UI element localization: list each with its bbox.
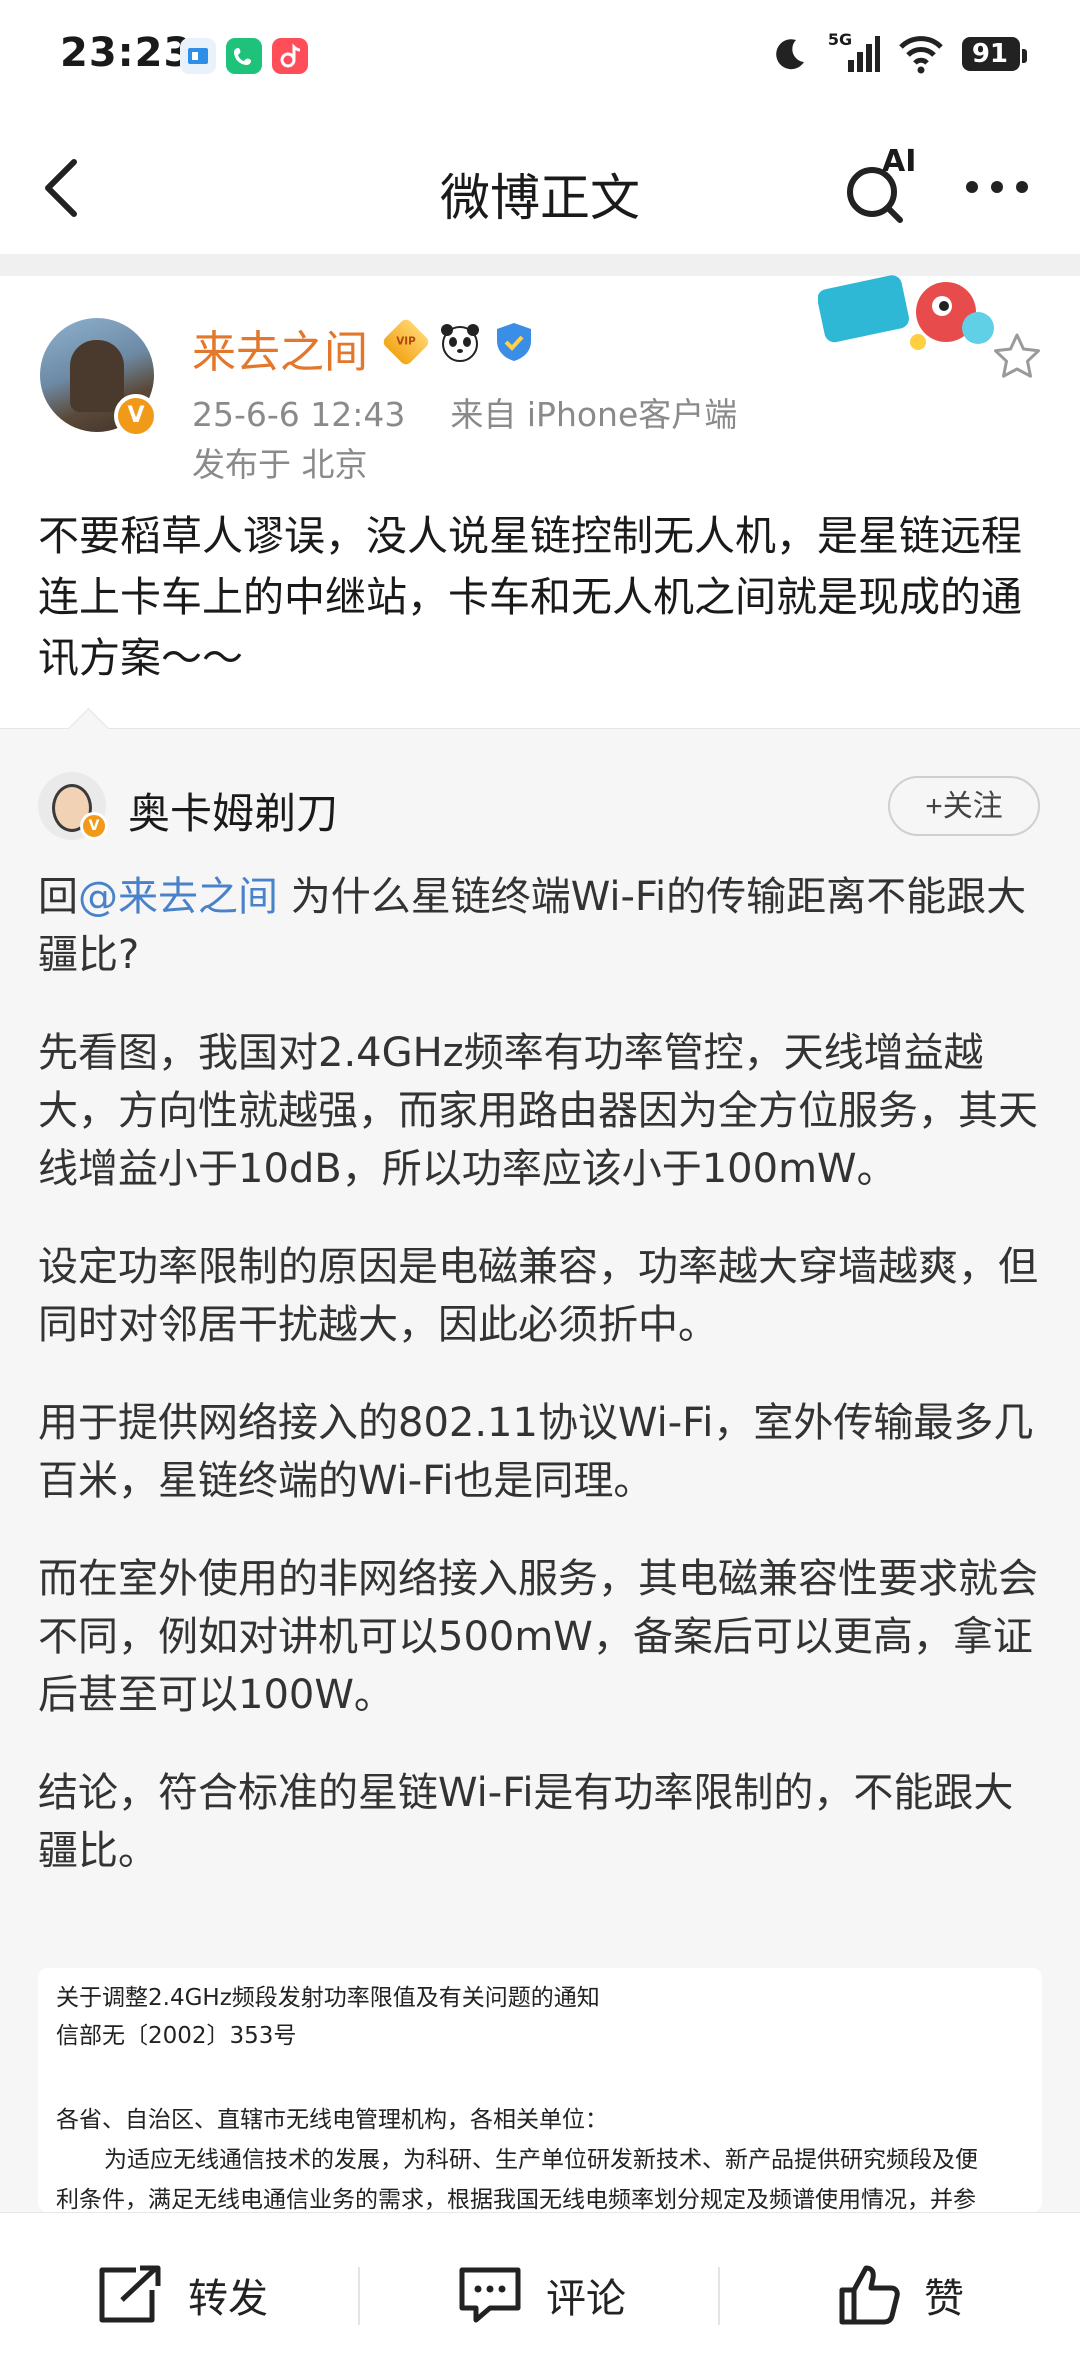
cellular-signal-icon: 5G (828, 30, 880, 74)
quoted-author-name[interactable]: 奥卡姆剃刀 (128, 780, 338, 841)
comment-label: 评论 (546, 2276, 626, 2322)
post-author-name[interactable]: 来去之间 (192, 316, 368, 380)
attached-document-image[interactable]: 关于调整2.4GHz频段发射功率限值及有关问题的通知 信部无〔2002〕353号… (38, 1968, 1042, 2212)
doc-number: 信部无〔2002〕353号 (56, 2023, 297, 2049)
comment-icon (459, 2267, 521, 2323)
paragraph: 结论，符合标准的星链Wi-Fi是有功率限制的，不能跟大疆比。 (38, 1770, 1014, 1874)
status-time: 23:23 (60, 30, 193, 76)
ai-search-button[interactable]: AI (842, 144, 922, 230)
phone-app-icon (226, 38, 262, 74)
paragraph: 而在室外使用的非网络接入服务，其电磁兼容性要求就会不同，例如对讲机可以500mW… (38, 1556, 1038, 1718)
paragraph: 用于提供网络接入的802.11协议Wi-Fi，室外传输最多几百米，星链终端的Wi… (38, 1400, 1034, 1504)
follow-button[interactable]: +关注 (888, 776, 1040, 836)
post-meta: 25-6-6 12:43 来自 iPhone客户端 (192, 388, 737, 436)
post-timestamp: 25-6-6 12:43 (192, 395, 406, 434)
status-right: 5G 91 (770, 30, 1028, 74)
music-app-icon (272, 38, 308, 74)
quoted-verified-badge: V (80, 812, 108, 840)
app-notification-icon (180, 38, 216, 74)
status-bar: 23:23 5G 91 (0, 0, 1080, 118)
repost-label: 转发 (188, 2276, 268, 2322)
doc-body-line: 为适应无线通信技术的发展，为科研、生产单位研发新技术、新产品提供研究频段及便 (104, 2147, 978, 2173)
battery-indicator: 91 (961, 37, 1028, 71)
comment-button[interactable]: 评论 (456, 2263, 626, 2327)
thumbs-up-icon (839, 2265, 900, 2325)
star-icon (994, 333, 1040, 378)
holiday-sticker-icon[interactable] (817, 272, 1002, 362)
favorite-star-button[interactable] (990, 330, 1044, 384)
wifi-icon (899, 36, 943, 74)
avatar-figure (70, 340, 124, 412)
doc-title: 关于调整2.4GHz频段发射功率限值及有关问题的通知 (56, 1985, 600, 2011)
vip-label: VIP (396, 335, 416, 348)
more-dots-icon (966, 181, 1028, 193)
like-button[interactable]: 赞 (836, 2263, 964, 2327)
repost-button[interactable]: 转发 (96, 2263, 268, 2327)
reply-prefix: 回 (38, 874, 78, 920)
post-location: 发布于 北京 (192, 445, 368, 484)
doc-recipients: 各省、自治区、直辖市无线电管理机构，各相关单位： (56, 2107, 608, 2133)
panda-badge-icon[interactable] (438, 320, 482, 364)
verified-badge: V (114, 394, 158, 438)
nav-bar: 微博正文 AI (0, 118, 1080, 254)
author-badges: VIP (381, 317, 536, 367)
post-body-text: 不要稻草人谬误，没人说星链控制无人机，是星链远程连上卡车上的中继站，卡车和无人机… (38, 512, 1022, 682)
reply-line: 回@来去之间 为什么星链终端Wi-Fi的传输距离不能跟大疆比? (38, 868, 1048, 984)
more-button[interactable] (962, 172, 1032, 202)
like-label: 赞 (924, 2276, 964, 2322)
divider (718, 2267, 720, 2325)
post-source: 来自 iPhone客户端 (450, 395, 738, 434)
shield-badge-icon[interactable] (492, 320, 536, 364)
divider (358, 2267, 360, 2325)
repost-icon (99, 2265, 161, 2323)
paragraph: 设定功率限制的原因是电磁兼容，功率越大穿墙越爽，但同时对邻居干扰越大，因此必须折… (38, 1244, 1038, 1348)
moon-icon (775, 39, 804, 70)
vip-diamond-icon[interactable]: VIP (381, 317, 431, 367)
quoted-body: 回@来去之间 为什么星链终端Wi-Fi的传输距离不能跟大疆比? 先看图，我国对2… (38, 868, 1048, 1920)
doc-body-line: 利条件，满足无线电通信业务的需求，根据我国无线电频率划分规定及频谱使用情况，并参 (56, 2187, 976, 2212)
paragraph: 先看图，我国对2.4GHz频率有功率管控，天线增益越大，方向性就越强，而家用路由… (38, 1030, 1038, 1192)
ai-label: AI (882, 144, 917, 179)
mention-link[interactable]: @来去之间 (78, 874, 278, 920)
bottom-action-bar: 转发 评论 赞 (0, 2212, 1080, 2377)
